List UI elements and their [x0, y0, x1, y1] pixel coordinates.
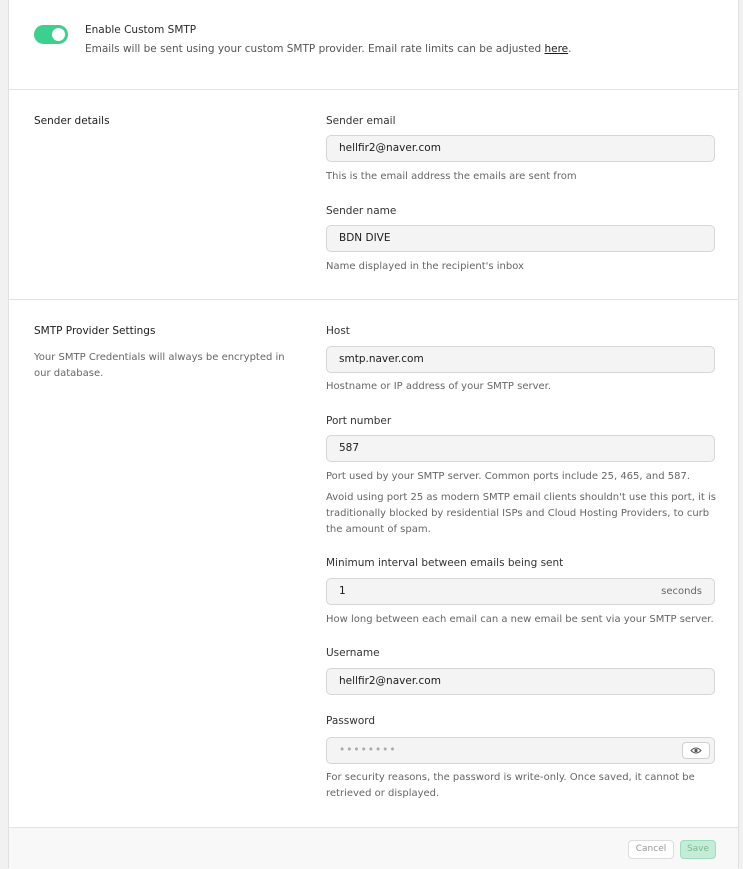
- smtp-settings-card: Enable Custom SMTP Emails will be sent u…: [8, 0, 739, 869]
- interval-value: 1: [339, 585, 346, 597]
- eye-icon: [690, 747, 702, 754]
- smtp-provider-title: SMTP Provider Settings: [34, 325, 156, 337]
- port-label: Port number: [326, 415, 392, 427]
- save-button[interactable]: Save: [680, 840, 716, 859]
- host-label: Host: [326, 325, 350, 337]
- interval-label: Minimum interval between emails being se…: [326, 557, 564, 569]
- username-label: Username: [326, 647, 380, 659]
- cancel-button[interactable]: Cancel: [628, 840, 674, 859]
- enable-smtp-title: Enable Custom SMTP: [85, 24, 197, 36]
- smtp-provider-section: SMTP Provider Settings Your SMTP Credent…: [9, 299, 738, 828]
- sender-name-help: Name displayed in the recipient's inbox: [326, 261, 524, 272]
- interval-input[interactable]: 1 seconds: [326, 578, 715, 605]
- enable-smtp-description: Emails will be sent using your custom SM…: [85, 43, 571, 55]
- toggle-knob: [52, 28, 65, 41]
- interval-unit: seconds: [661, 586, 702, 597]
- password-input[interactable]: ••••••••: [326, 737, 715, 764]
- rate-limits-link[interactable]: here: [544, 43, 568, 55]
- sender-name-label: Sender name: [326, 205, 397, 217]
- port-input[interactable]: 587: [326, 435, 715, 462]
- sender-email-label: Sender email: [326, 115, 396, 127]
- sender-details-title: Sender details: [34, 115, 110, 127]
- description-period: .: [568, 43, 572, 55]
- interval-help: How long between each email can a new em…: [326, 614, 714, 625]
- username-input[interactable]: hellfir2@naver.com: [326, 668, 715, 695]
- password-label: Password: [326, 715, 376, 727]
- sender-email-help: This is the email address the emails are…: [326, 171, 577, 182]
- port-warning: Avoid using port 25 as modern SMTP email…: [326, 492, 716, 535]
- form-footer: Cancel Save: [9, 827, 738, 869]
- port-help: Port used by your SMTP server. Common po…: [326, 471, 691, 482]
- enable-smtp-toggle[interactable]: [34, 25, 68, 44]
- smtp-provider-description: Your SMTP Credentials will always be enc…: [34, 352, 285, 379]
- show-password-button[interactable]: [682, 742, 710, 759]
- host-help: Hostname or IP address of your SMTP serv…: [326, 381, 552, 392]
- password-mask: ••••••••: [339, 744, 397, 756]
- password-help: For security reasons, the password is wr…: [326, 772, 695, 799]
- sender-name-input[interactable]: BDN DIVE: [326, 225, 715, 252]
- sender-email-input[interactable]: hellfir2@naver.com: [326, 135, 715, 162]
- sender-details-section: Sender details Sender email hellfir2@nav…: [9, 89, 738, 300]
- host-input[interactable]: smtp.naver.com: [326, 346, 715, 373]
- enable-smtp-description-text: Emails will be sent using your custom SM…: [85, 43, 542, 55]
